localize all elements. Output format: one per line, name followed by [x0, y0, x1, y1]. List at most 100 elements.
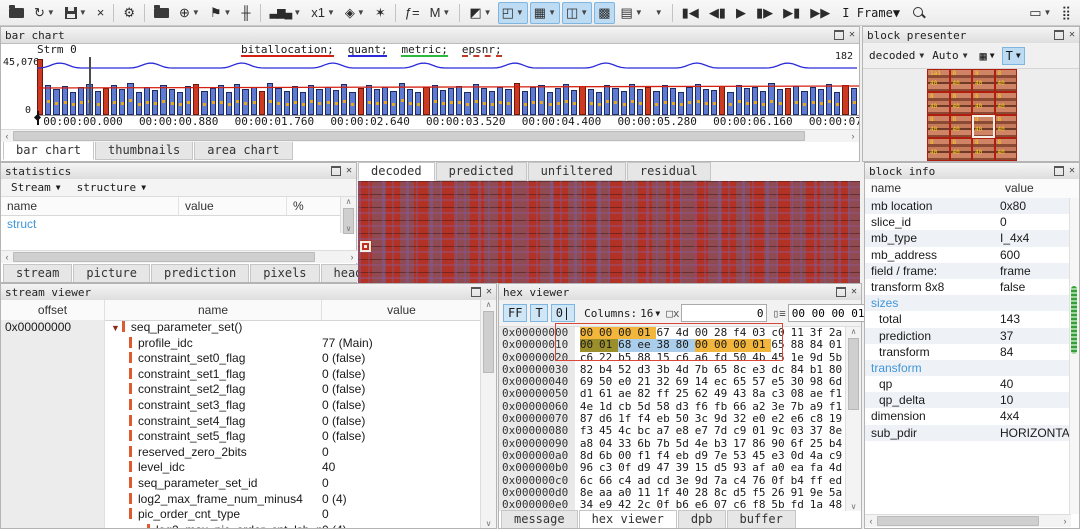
float-panel-icon[interactable]	[1054, 166, 1064, 176]
hex-byte[interactable]: ff	[656, 388, 675, 400]
float-panel-icon[interactable]	[1054, 30, 1064, 40]
hex-byte[interactable]: a7	[656, 425, 675, 437]
syntax-element-row[interactable]: constraint_set3_flag0 (false)	[1, 398, 482, 414]
column-header-value[interactable]: value	[322, 300, 482, 320]
legend-item[interactable]: quant;	[348, 43, 388, 56]
hex-byte[interactable]: 39	[676, 462, 695, 474]
layout-split-button[interactable]: ◫▼	[562, 2, 592, 24]
hex-byte[interactable]: 96	[580, 462, 599, 474]
layout-dense-button[interactable]: ▩	[594, 2, 614, 24]
search-button[interactable]	[908, 2, 930, 24]
hex-byte[interactable]: fa	[810, 462, 829, 474]
hex-byte[interactable]: 43	[733, 388, 752, 400]
hex-byte[interactable]: 62	[695, 388, 714, 400]
hex-byte[interactable]: bc	[637, 425, 656, 437]
hex-byte[interactable]: 68	[618, 339, 637, 351]
scroll-left-icon[interactable]: ‹	[1, 252, 13, 262]
legend-item[interactable]: epsnr;	[462, 43, 502, 56]
tab-prediction[interactable]: prediction	[151, 264, 249, 282]
apps-grid-button[interactable]: ⣿	[1057, 2, 1075, 24]
hex-byte[interactable]: c3	[599, 462, 618, 474]
decoded-frame-image[interactable]	[358, 181, 860, 283]
legend-item[interactable]: metric;	[401, 43, 447, 56]
structure-dropdown[interactable]: structure▼	[77, 181, 146, 194]
macroblock-cell[interactable]: 840	[995, 115, 1018, 138]
hex-byte[interactable]: 7d	[714, 425, 733, 437]
syntax-element-row[interactable]: profile_idc77 (Main)	[1, 336, 482, 352]
hex-byte[interactable]: 65	[771, 339, 790, 351]
hex-byte[interactable]: ea	[791, 462, 810, 474]
macroblock-cell[interactable]: 840	[950, 69, 973, 92]
macroblock-cell[interactable]: 840	[995, 138, 1018, 161]
block-info-row[interactable]: qp40	[865, 376, 1072, 392]
float-panel-icon[interactable]	[836, 287, 846, 297]
fast-forward-button[interactable]: ▶▶	[806, 2, 834, 24]
syntax-element-row[interactable]: pic_order_cnt_type0	[1, 507, 482, 523]
block-info-row[interactable]: transform84	[865, 344, 1072, 360]
column-header-offset[interactable]: offset	[1, 300, 105, 320]
hex-byte[interactable]: ae	[810, 388, 829, 400]
syntax-element-row[interactable]: constraint_set4_flag0 (false)	[1, 414, 482, 430]
tab-message[interactable]: message	[501, 510, 578, 528]
syntax-element-row[interactable]: constraint_set1_flag0 (false)	[1, 367, 482, 383]
syntax-element-row[interactable]: constraint_set2_flag0 (false)	[1, 382, 482, 398]
scroll-thumb[interactable]	[877, 516, 1039, 526]
syntax-element-row[interactable]: seq_parameter_set_id0	[1, 476, 482, 492]
tab-predicted[interactable]: predicted	[436, 162, 527, 181]
syntax-element-row[interactable]: reserved_zero_2bits0	[1, 445, 482, 461]
tab-thumbnails[interactable]: thumbnails	[95, 142, 193, 160]
function-button[interactable]: ƒ=	[401, 2, 424, 24]
hex-byte[interactable]: d5	[714, 462, 733, 474]
hex-row[interactable]: 0x00000010000168ee38800000000165888401	[499, 339, 848, 351]
hex-byte[interactable]: e8	[676, 425, 695, 437]
step-forward-button[interactable]: ▮▶	[752, 2, 777, 24]
hex-byte[interactable]: 7a	[714, 475, 733, 487]
presenter-grid-button[interactable]: ▦▼	[976, 47, 999, 65]
hex-byte[interactable]: ae	[618, 388, 637, 400]
open-file-button[interactable]	[5, 2, 28, 24]
hex-byte[interactable]: 00	[580, 339, 599, 351]
hex-byte[interactable]: 01	[752, 339, 771, 351]
hex-row[interactable]: 0x00000080f3454cbca7e8e77dc9019c03378e	[499, 425, 848, 437]
macroblock-cell[interactable]: 840	[972, 138, 995, 161]
block-info-row[interactable]: qp_delta10	[865, 392, 1072, 408]
statistics-hscrollbar[interactable]: ‹ ›	[1, 250, 358, 263]
hex-byte[interactable]: 15	[695, 462, 714, 474]
scroll-left-icon[interactable]: ‹	[865, 516, 877, 526]
hex-byte[interactable]: 25	[676, 388, 695, 400]
block-info-vscrollbar[interactable]	[1069, 198, 1079, 514]
block-info-row[interactable]: sub_pdirHORIZONTAL_...	[865, 425, 1072, 441]
hex-byte[interactable]: a0	[771, 462, 790, 474]
block-info-row[interactable]: mb location0x80	[865, 198, 1072, 214]
macroblock-selection-box[interactable]	[360, 241, 371, 252]
hex-byte[interactable]: c3	[771, 388, 790, 400]
hex-byte[interactable]: 08	[791, 388, 810, 400]
hex-byte[interactable]: 61	[599, 388, 618, 400]
hex-byte[interactable]: e7	[695, 425, 714, 437]
block-info-row[interactable]: field / frame:frame	[865, 263, 1072, 279]
close-panel-icon[interactable]: ✕	[346, 166, 352, 176]
layout-more-dropdown[interactable]: ▼	[649, 2, 667, 24]
hex-byte[interactable]: 76	[752, 475, 771, 487]
hex-byte[interactable]: af	[752, 462, 771, 474]
block-info-row[interactable]: transform	[865, 360, 1072, 376]
macroblock-cell[interactable]: 840	[927, 115, 950, 138]
hex-byte[interactable]: 66	[599, 475, 618, 487]
column-header-name[interactable]: name	[105, 300, 322, 320]
pattern-input[interactable]	[788, 304, 872, 322]
filters-button[interactable]: ╫	[237, 2, 254, 24]
float-panel-icon[interactable]	[834, 30, 844, 40]
hex-ff-toggle[interactable]: FF	[503, 304, 527, 322]
macroblock-cell[interactable]: 840	[950, 92, 973, 115]
hex-byte[interactable]: 1a	[810, 499, 829, 511]
hex-byte[interactable]: 8a	[752, 388, 771, 400]
tab-buffer[interactable]: buffer	[727, 510, 796, 528]
hex-byte[interactable]: 47	[656, 462, 675, 474]
syntax-element-row[interactable]: constraint_set5_flag0 (false)	[1, 429, 482, 445]
tab-area-chart[interactable]: area chart	[194, 142, 292, 160]
hex-byte[interactable]: 01	[599, 339, 618, 351]
block-info-hscrollbar[interactable]: ‹ ›	[865, 514, 1071, 527]
tab-pixels[interactable]: pixels	[250, 264, 319, 282]
close-panel-icon[interactable]: ✕	[851, 287, 857, 297]
add-stream-button[interactable]	[150, 2, 173, 24]
